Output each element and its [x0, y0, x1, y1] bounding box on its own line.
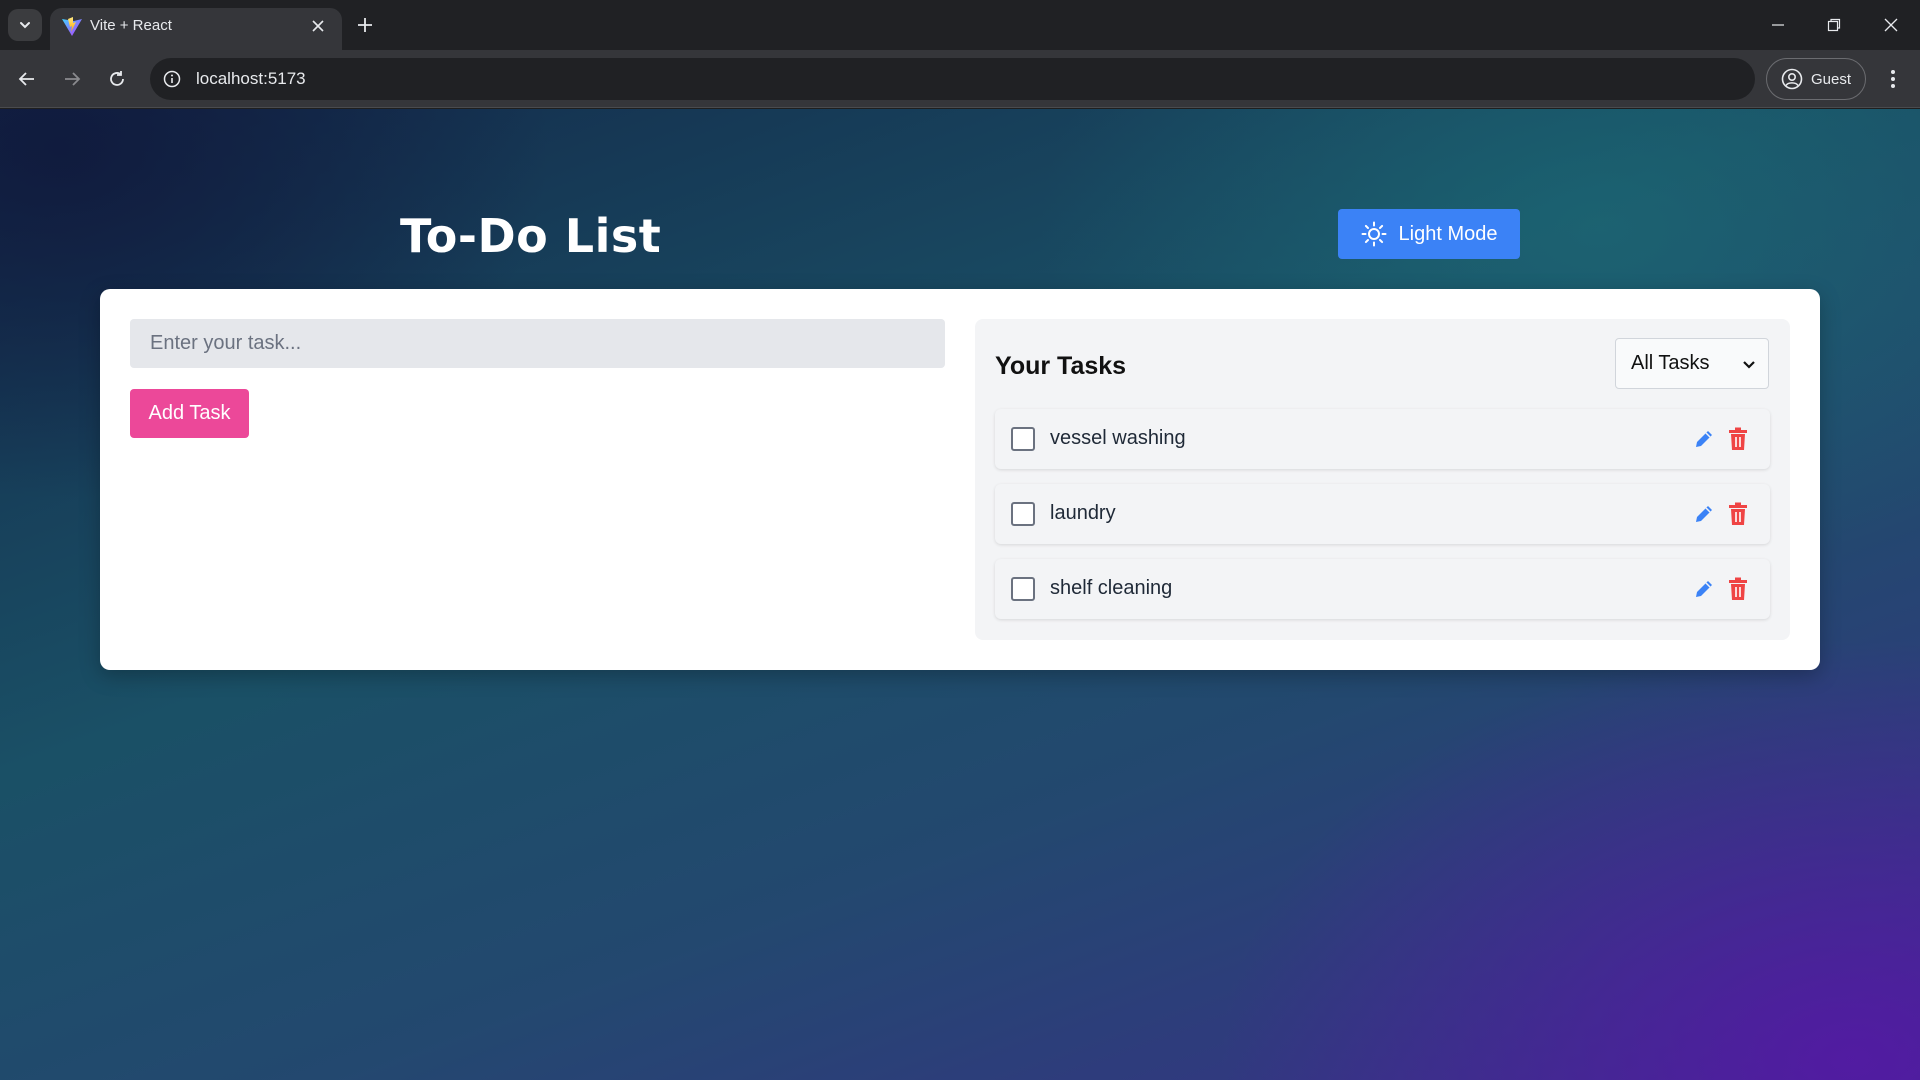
back-button[interactable] [10, 62, 44, 96]
profile-button[interactable]: Guest [1766, 58, 1866, 100]
arrow-left-icon [18, 72, 34, 86]
task-item: shelf cleaning [995, 559, 1770, 619]
pencil-icon[interactable] [1692, 577, 1716, 601]
todo-card: Add Task Your Tasks All Tasks vessel was… [100, 289, 1820, 670]
browser-toolbar: localhost:5173 Guest [0, 50, 1920, 108]
profile-icon [1781, 68, 1803, 90]
kebab-menu-icon [1891, 70, 1895, 88]
task-filter-select[interactable]: All Tasks [1615, 338, 1769, 389]
restore-button[interactable] [1805, 0, 1863, 50]
profile-label: Guest [1811, 70, 1852, 88]
tasks-heading: Your Tasks [995, 352, 1127, 380]
task-checkbox[interactable] [1011, 502, 1035, 526]
browser-tabstrip: Vite + React [0, 0, 1920, 50]
task-input[interactable] [130, 319, 945, 368]
theme-toggle-button[interactable]: Light Mode [1338, 209, 1520, 259]
address-bar[interactable]: localhost:5173 [150, 58, 1755, 100]
reload-button[interactable] [100, 62, 134, 96]
task-item: vessel washing [995, 409, 1770, 469]
address-url: localhost:5173 [196, 69, 306, 88]
plus-icon [358, 18, 372, 32]
tasks-panel: Your Tasks All Tasks vessel washing laun… [975, 319, 1790, 640]
page-title: To-Do List [400, 209, 662, 263]
browser-tab[interactable]: Vite + React [50, 8, 342, 50]
chevron-down-icon [20, 22, 30, 29]
browser-menu-button[interactable] [1876, 62, 1910, 96]
vite-logo-icon [62, 17, 82, 36]
reload-icon [110, 71, 124, 86]
task-item: laundry [995, 484, 1770, 544]
new-tab-button[interactable] [350, 10, 380, 40]
minimize-icon [1772, 24, 1784, 26]
close-icon [1884, 18, 1898, 32]
task-checkbox[interactable] [1011, 577, 1035, 601]
close-window-button[interactable] [1862, 0, 1920, 50]
trash-icon[interactable] [1728, 502, 1748, 526]
task-text: shelf cleaning [1050, 577, 1173, 599]
theme-toggle-label: Light Mode [1398, 222, 1498, 245]
arrow-right-icon [65, 72, 81, 86]
tab-search-button[interactable] [8, 9, 42, 41]
restore-icon [1827, 18, 1841, 32]
forward-button[interactable] [55, 62, 89, 96]
close-icon [312, 20, 324, 32]
page-viewport: To-Do List Light Mode Add Task Your Task… [0, 109, 1920, 1080]
site-info-icon[interactable] [160, 67, 184, 91]
task-text: vessel washing [1050, 427, 1186, 449]
add-task-button[interactable]: Add Task [130, 389, 249, 438]
pencil-icon[interactable] [1692, 427, 1716, 451]
tab-close-button[interactable] [306, 14, 330, 38]
minimize-button[interactable] [1749, 0, 1807, 50]
trash-icon[interactable] [1728, 577, 1748, 601]
task-text: laundry [1050, 502, 1116, 524]
filter-selected-value: All Tasks [1631, 352, 1710, 374]
tab-title: Vite + React [90, 17, 172, 34]
pencil-icon[interactable] [1692, 502, 1716, 526]
sun-icon [1361, 221, 1387, 247]
trash-icon[interactable] [1728, 427, 1748, 451]
chevron-down-icon [1743, 361, 1755, 369]
task-checkbox[interactable] [1011, 427, 1035, 451]
